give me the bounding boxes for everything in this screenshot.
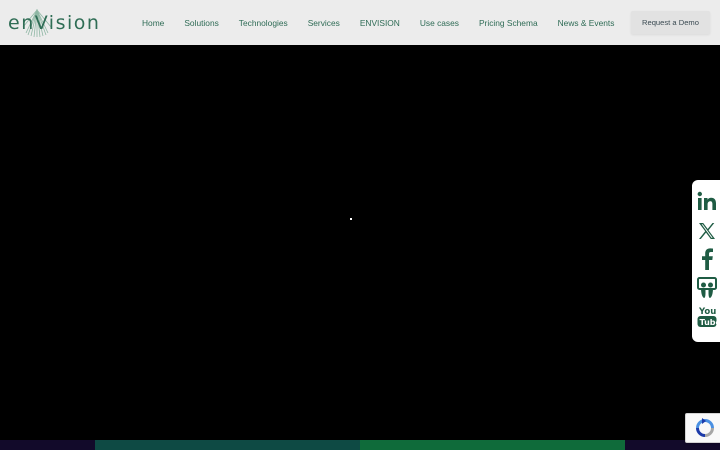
social-sidebar: You Tube [692,180,720,342]
recaptcha-badge[interactable] [685,413,720,443]
nav-item-technologies[interactable]: Technologies [229,18,298,28]
loading-indicator [350,218,352,220]
site-header: enVision Home Solutions Technologies Ser… [0,0,720,45]
nav-item-solutions[interactable]: Solutions [174,18,228,28]
nav-item-use-cases[interactable]: Use cases [410,18,469,28]
strip-segment [95,440,360,450]
logo[interactable]: enVision [8,6,100,40]
slideshare-icon[interactable] [697,277,717,299]
main-nav: Home Solutions Technologies Services ENV… [132,0,624,45]
facebook-icon[interactable] [697,248,717,270]
nav-item-home[interactable]: Home [132,18,174,28]
logo-text: enVision [8,12,101,34]
nav-item-services[interactable]: Services [298,18,350,28]
hero-area [0,45,720,440]
page: enVision Home Solutions Technologies Ser… [0,0,720,450]
svg-text:You: You [698,307,716,317]
svg-text:Tube: Tube [700,318,718,327]
nav-item-pricing-schema[interactable]: Pricing Schema [469,18,548,28]
request-demo-button[interactable]: Request a Demo [631,11,710,34]
youtube-icon[interactable]: You Tube [697,306,717,328]
linkedin-icon[interactable] [697,190,717,212]
strip-segment [360,440,625,450]
bottom-strip [0,440,720,450]
x-twitter-icon[interactable] [697,220,717,242]
nav-item-news-events[interactable]: News & Events [548,18,625,28]
recaptcha-icon [696,418,714,437]
nav-item-envision[interactable]: ENVISION [350,18,410,28]
strip-segment [0,440,95,450]
